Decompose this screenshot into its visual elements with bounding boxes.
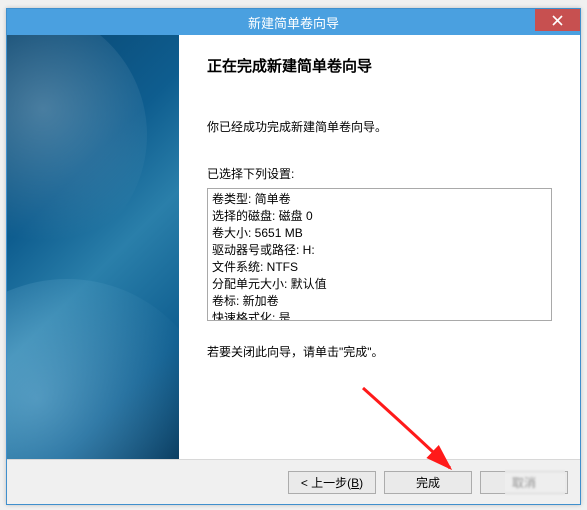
titlebar: 新建简单卷向导 xyxy=(7,9,580,35)
cancel-button[interactable]: 取消 xyxy=(480,471,568,494)
close-hint: 若要关闭此向导，请单击"完成"。 xyxy=(207,343,552,360)
completed-message: 你已经成功完成新建简单卷向导。 xyxy=(207,118,552,135)
settings-line: 快速格式化: 是 xyxy=(212,310,547,321)
finish-button[interactable]: 完成 xyxy=(384,471,472,494)
settings-line: 分配单元大小: 默认值 xyxy=(212,276,547,293)
back-button[interactable]: < 上一步(B) xyxy=(288,471,376,494)
page-heading: 正在完成新建简单卷向导 xyxy=(207,55,552,76)
settings-line: 卷标: 新加卷 xyxy=(212,293,547,310)
settings-listbox[interactable]: 卷类型: 简单卷选择的磁盘: 磁盘 0卷大小: 5651 MB驱动器号或路径: … xyxy=(207,188,552,321)
main-panel: 正在完成新建简单卷向导 你已经成功完成新建简单卷向导。 已选择下列设置: 卷类型… xyxy=(179,35,580,459)
wizard-window: 新建简单卷向导 正在完成新建简单卷向导 你已经成功完成新建简单卷向导。 已选择下… xyxy=(6,8,581,505)
settings-label: 已选择下列设置: xyxy=(207,165,552,182)
settings-line: 文件系统: NTFS xyxy=(212,259,547,276)
settings-line: 卷大小: 5651 MB xyxy=(212,225,547,242)
content-area: 正在完成新建简单卷向导 你已经成功完成新建简单卷向导。 已选择下列设置: 卷类型… xyxy=(7,35,580,459)
settings-line: 驱动器号或路径: H: xyxy=(212,242,547,259)
settings-line: 卷类型: 简单卷 xyxy=(212,191,547,208)
settings-line: 选择的磁盘: 磁盘 0 xyxy=(212,208,547,225)
close-button[interactable] xyxy=(535,9,580,31)
wizard-sidebar-graphic xyxy=(7,35,179,459)
window-title: 新建简单卷向导 xyxy=(248,13,339,32)
close-icon xyxy=(552,15,563,26)
footer-bar: < 上一步(B) 完成 取消 xyxy=(7,459,580,504)
